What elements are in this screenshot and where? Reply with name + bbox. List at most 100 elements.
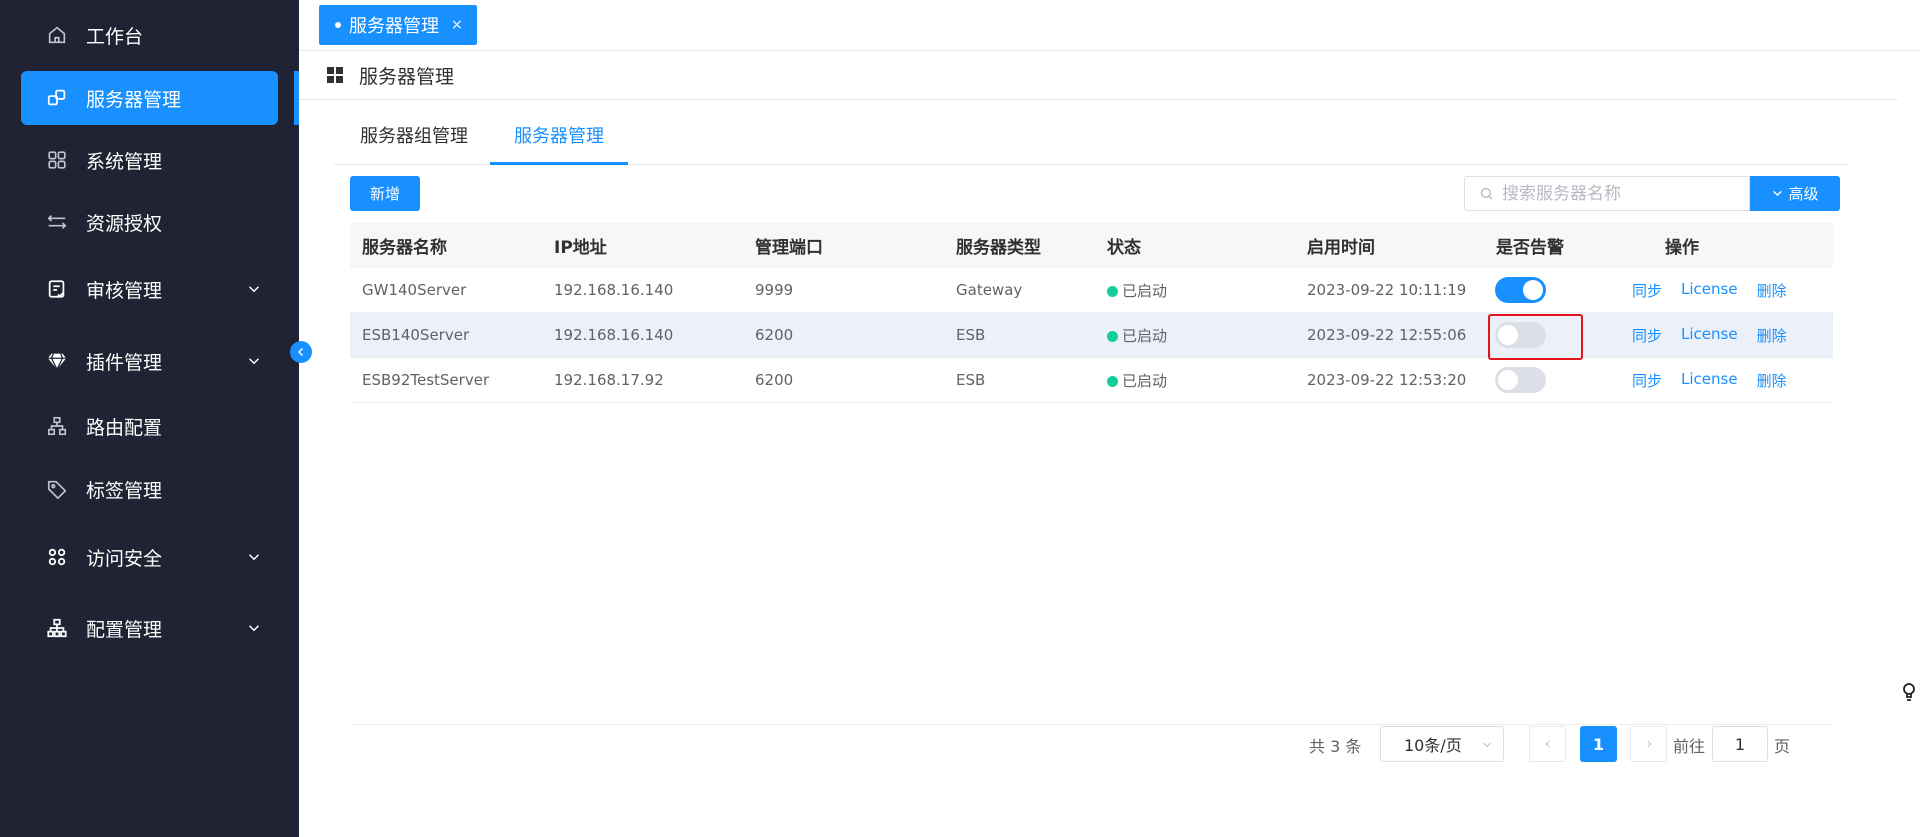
swap-arrows-icon <box>46 211 68 233</box>
table-header: 服务器名称 IP地址 管理端口 服务器类型 状态 启用时间 是否告警 操作 <box>350 223 1833 268</box>
close-icon[interactable]: × <box>451 17 463 33</box>
column-header: 服务器类型 <box>956 238 1041 258</box>
column-header: 是否告警 <box>1496 238 1564 258</box>
sidebar-item-label: 资源授权 <box>86 212 163 235</box>
alarm-toggle[interactable] <box>1495 277 1546 303</box>
grid-icon <box>327 67 343 83</box>
page-number-button[interactable]: 1 <box>1580 726 1617 762</box>
pagination-total: 共 3 条 <box>1309 737 1362 756</box>
delete-link[interactable]: 删除 <box>1757 325 1787 346</box>
actions-cell: 同步 License 删除 <box>1632 325 1832 346</box>
server-port: 6200 <box>755 326 794 344</box>
sync-link[interactable]: 同步 <box>1632 370 1662 391</box>
table-row: ESB92TestServer 192.168.17.92 6200 ESB 已… <box>350 358 1833 403</box>
org-chart-icon <box>46 617 68 639</box>
server-name: ESB92TestServer <box>362 371 490 389</box>
diamond-icon <box>46 350 68 372</box>
delete-link[interactable]: 删除 <box>1757 280 1787 301</box>
sidebar-item-audit-management[interactable]: 审核管理 <box>21 262 278 316</box>
tag-icon <box>46 478 68 500</box>
advanced-search-button[interactable]: 高级 <box>1750 176 1840 211</box>
server-port: 9999 <box>755 281 794 299</box>
sync-link[interactable]: 同步 <box>1632 325 1662 346</box>
status-text: 已启动 <box>1122 371 1168 390</box>
toggle-knob <box>1498 370 1518 390</box>
pagination-divider <box>350 724 1833 725</box>
server-type: Gateway <box>956 281 1023 299</box>
sidebar-item-plugin-management[interactable]: 插件管理 <box>21 334 278 388</box>
server-status: 已启动 <box>1107 325 1307 346</box>
server-type: ESB <box>956 371 986 389</box>
status-dot-icon <box>1107 330 1118 342</box>
license-link[interactable]: License <box>1681 280 1738 301</box>
sidebar-item-server-management[interactable]: 服务器管理 <box>21 71 278 125</box>
sidebar-item-label: 系统管理 <box>86 150 163 173</box>
sidebar-item-resource-auth[interactable]: 资源授权 <box>21 195 278 249</box>
server-start-time: 2023-09-22 10:11:19 <box>1307 281 1467 299</box>
alarm-cell <box>1495 367 1632 393</box>
search-input[interactable] <box>1502 183 1732 204</box>
table-row: GW140Server 192.168.16.140 9999 Gateway … <box>350 268 1833 313</box>
open-tabs-bar: 服务器管理 × <box>299 0 1920 51</box>
chevron-down-icon <box>1483 742 1491 748</box>
goto-page-input[interactable] <box>1712 726 1768 762</box>
server-status: 已启动 <box>1107 370 1307 391</box>
server-ip: 192.168.17.92 <box>554 371 664 389</box>
prev-page-button[interactable] <box>1529 726 1566 762</box>
actions-cell: 同步 License 删除 <box>1632 370 1832 391</box>
sidebar-item-tag-management[interactable]: 标签管理 <box>21 462 278 516</box>
sidebar-item-workbench[interactable]: 工作台 <box>21 8 278 62</box>
delete-link[interactable]: 删除 <box>1757 370 1787 391</box>
page-suffix-label: 页 <box>1774 737 1791 756</box>
status-text: 已启动 <box>1122 281 1168 300</box>
page-size-value: 10条/页 <box>1404 736 1462 755</box>
chevron-down-icon <box>245 352 263 370</box>
column-header: 服务器名称 <box>362 238 447 258</box>
lightbulb-icon[interactable] <box>1901 682 1917 702</box>
alarm-toggle[interactable] <box>1495 367 1546 393</box>
tab-server-group-management[interactable]: 服务器组管理 <box>360 118 468 165</box>
sidebar-item-config-management[interactable]: 配置管理 <box>21 601 278 655</box>
page-size-select[interactable]: 10条/页 <box>1380 726 1504 762</box>
sidebar-item-label: 审核管理 <box>86 279 163 302</box>
column-header: 启用时间 <box>1307 238 1375 258</box>
column-header: 管理端口 <box>755 238 823 258</box>
server-link-icon <box>46 87 68 109</box>
sidebar: 工作台 服务器管理 系统管理 资源授权 审核管理 插件管理 路由配置 标签管理 … <box>0 0 299 837</box>
chevron-down-icon <box>245 280 263 298</box>
open-tab-server-management[interactable]: 服务器管理 × <box>319 5 477 45</box>
server-ip: 192.168.16.140 <box>554 326 674 344</box>
sidebar-item-access-security[interactable]: 访问安全 <box>21 530 278 584</box>
sidebar-item-label: 工作台 <box>86 25 144 48</box>
next-page-button[interactable] <box>1630 726 1667 762</box>
sidebar-item-route-config[interactable]: 路由配置 <box>21 399 278 453</box>
server-start-time: 2023-09-22 12:55:06 <box>1307 326 1467 344</box>
sidebar-item-label: 访问安全 <box>86 547 163 570</box>
table-row: ESB140Server 192.168.16.140 6200 ESB 已启动… <box>350 313 1833 358</box>
sync-link[interactable]: 同步 <box>1632 280 1662 301</box>
server-type: ESB <box>956 326 986 344</box>
inner-tabs: 服务器组管理 服务器管理 <box>334 118 1849 165</box>
add-button[interactable]: 新增 <box>350 176 420 211</box>
chevron-left-icon <box>297 347 304 357</box>
license-link[interactable]: License <box>1681 325 1738 346</box>
sidebar-item-label: 服务器管理 <box>86 88 182 111</box>
column-header: 状态 <box>1107 238 1141 258</box>
tab-server-management[interactable]: 服务器管理 <box>490 118 628 165</box>
server-name: GW140Server <box>362 281 467 299</box>
license-link[interactable]: License <box>1681 370 1738 391</box>
alarm-cell <box>1495 277 1632 303</box>
sidebar-item-system-management[interactable]: 系统管理 <box>21 133 278 187</box>
advanced-label: 高级 <box>1788 185 1819 203</box>
server-status: 已启动 <box>1107 280 1307 301</box>
audit-doc-icon <box>46 278 68 300</box>
sidebar-collapse-button[interactable] <box>290 341 312 363</box>
active-dot-icon <box>335 22 341 28</box>
highlight-annotation-box <box>1488 314 1583 360</box>
home-icon <box>46 24 68 46</box>
server-port: 6200 <box>755 371 794 389</box>
grid-apps-icon <box>46 149 68 171</box>
page-title: 服务器管理 <box>359 65 455 88</box>
server-start-time: 2023-09-22 12:53:20 <box>1307 371 1467 389</box>
search-box <box>1464 176 1750 211</box>
